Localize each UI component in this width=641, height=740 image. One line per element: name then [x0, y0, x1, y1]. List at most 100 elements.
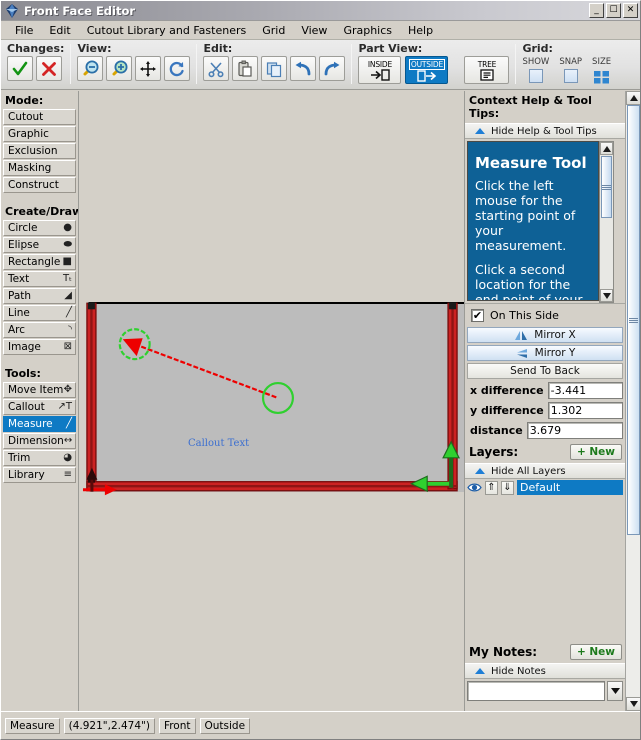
- tool-item-trim[interactable]: Trim ◕: [3, 450, 76, 466]
- tooltip-content: Measure Tool Click the left mouse for th…: [467, 141, 599, 301]
- chevron-up-icon: [602, 145, 611, 152]
- notes-dropdown-button[interactable]: [607, 681, 623, 701]
- mirror-y-button[interactable]: Mirror Y: [467, 345, 623, 361]
- menu-help[interactable]: Help: [400, 22, 441, 39]
- draw-item-label: Elipse: [8, 239, 40, 251]
- layer-move-up-button[interactable]: ⇑: [485, 480, 498, 495]
- menu-cutout-library-and-fasteners[interactable]: Cutout Library and Fasteners: [79, 22, 255, 39]
- cross-icon: [42, 61, 56, 76]
- maximize-button[interactable]: ☐: [606, 3, 621, 18]
- distance-input[interactable]: [526, 421, 623, 439]
- rectangle-icon: ■: [62, 256, 72, 267]
- help-scroll-up-button[interactable]: [600, 142, 613, 155]
- mode-item-masking[interactable]: Masking: [3, 160, 76, 176]
- mode-item-construct[interactable]: Construct: [3, 177, 76, 193]
- draw-item-arc[interactable]: Arc ◝: [3, 322, 76, 338]
- copy-button[interactable]: [261, 56, 288, 81]
- send-to-back-button[interactable]: Send To Back: [467, 363, 623, 379]
- hide-all-layers-toggle[interactable]: Hide All Layers: [465, 463, 625, 479]
- part-view-outside-button[interactable]: OUTSIDE: [405, 56, 449, 84]
- menu-file[interactable]: File: [7, 22, 41, 39]
- help-scrollbar[interactable]: [599, 141, 614, 303]
- layer-name[interactable]: Default: [517, 480, 623, 495]
- menu-grid[interactable]: Grid: [254, 22, 293, 39]
- layer-visibility-icon[interactable]: [467, 481, 482, 495]
- zoom-in-button[interactable]: [106, 56, 133, 81]
- menu-edit[interactable]: Edit: [41, 22, 78, 39]
- toolbar-group-part-view: Part View: INSIDE OUTSIDE TREE: [352, 40, 515, 89]
- menu-graphics[interactable]: Graphics: [335, 22, 400, 39]
- mode-item-exclusion[interactable]: Exclusion: [3, 143, 76, 159]
- grid-snap-checkbox[interactable]: [563, 69, 578, 83]
- eye-icon: [467, 483, 482, 492]
- on-this-side-row[interactable]: ✔ On This Side: [465, 303, 625, 326]
- mode-item-graphic[interactable]: Graphic: [3, 126, 76, 142]
- measure-icon: ╱: [65, 418, 72, 429]
- hide-help-toggle[interactable]: Hide Help & Tool Tips: [465, 123, 625, 139]
- grid-snap-control[interactable]: SNAP: [559, 57, 582, 85]
- tool-item-library[interactable]: Library ≡: [3, 467, 76, 483]
- panel-scroll-up-button[interactable]: [626, 91, 640, 105]
- toolbar-part-view-label: Part View:: [358, 42, 423, 55]
- draw-item-text[interactable]: Text Tₜ: [3, 271, 76, 287]
- drawing-canvas[interactable]: Callout Text: [79, 91, 464, 711]
- on-this-side-label: On This Side: [490, 309, 559, 322]
- notes-input[interactable]: [467, 681, 605, 701]
- mode-item-cutout[interactable]: Cutout: [3, 109, 76, 125]
- draw-item-path[interactable]: Path ◢: [3, 288, 76, 304]
- zoom-out-button[interactable]: [77, 56, 104, 81]
- mirror-x-button[interactable]: Mirror X: [467, 327, 623, 343]
- cut-button[interactable]: [203, 56, 230, 81]
- layer-row[interactable]: ⇑ ⇓ Default: [465, 479, 625, 496]
- undo-button[interactable]: [290, 56, 317, 81]
- grid-show-control[interactable]: SHOW: [522, 57, 549, 85]
- tools-section-title: Tools:: [5, 367, 41, 380]
- tool-item-measure[interactable]: Measure ╱: [3, 416, 76, 432]
- status-bar: Measure (4.921",2.474") Front Outside: [1, 711, 640, 739]
- layer-move-down-button[interactable]: ⇓: [501, 480, 514, 495]
- draw-item-label: Text: [8, 273, 30, 285]
- canvas-surface[interactable]: Callout Text: [79, 91, 464, 711]
- close-button[interactable]: ✕: [623, 3, 638, 18]
- tree-view-button[interactable]: TREE: [464, 56, 510, 84]
- hide-notes-toggle[interactable]: Hide Notes: [465, 663, 625, 679]
- draw-item-label: Path: [8, 290, 32, 302]
- pan-button[interactable]: [135, 56, 162, 81]
- new-note-button[interactable]: + New: [569, 644, 622, 660]
- zoom-in-icon: [112, 60, 128, 75]
- panel-scroll-thumb[interactable]: [627, 105, 640, 535]
- draw-item-line[interactable]: Line ╱: [3, 305, 76, 321]
- new-layer-button[interactable]: + New: [569, 444, 622, 460]
- paste-button[interactable]: [232, 56, 259, 81]
- help-scroll-thumb[interactable]: [601, 156, 612, 218]
- y-difference-input[interactable]: [547, 401, 623, 419]
- draw-item-image[interactable]: Image ⊠: [3, 339, 76, 355]
- mirror-x-icon: [515, 330, 528, 340]
- draw-item-label: Arc: [8, 324, 26, 336]
- draw-item-label: Image: [8, 341, 41, 353]
- on-this-side-checkbox[interactable]: ✔: [471, 309, 484, 322]
- grid-show-checkbox[interactable]: [528, 69, 543, 83]
- mode-item-label: Exclusion: [8, 145, 58, 157]
- properties-panel: Context Help & Tool Tips: Hide Help & To…: [464, 91, 640, 711]
- draw-item-elipse[interactable]: Elipse ⬬: [3, 237, 76, 253]
- part-view-inside-button[interactable]: INSIDE: [358, 56, 402, 84]
- panel-scrollbar[interactable]: [625, 91, 640, 711]
- refresh-button[interactable]: [164, 56, 191, 81]
- tool-item-callout[interactable]: Callout ↗T: [3, 399, 76, 415]
- notes-title: My Notes:: [469, 645, 538, 659]
- reject-changes-button[interactable]: [36, 56, 62, 81]
- panel-scroll-down-button[interactable]: [626, 697, 640, 711]
- accept-changes-button[interactable]: [7, 56, 33, 81]
- grid-size-control[interactable]: SIZE: [592, 57, 611, 85]
- help-scroll-down-button[interactable]: [600, 289, 613, 302]
- draw-item-circle[interactable]: Circle ●: [3, 220, 76, 236]
- status-filler: [254, 717, 636, 735]
- menu-view[interactable]: View: [293, 22, 335, 39]
- tool-item-dimension[interactable]: Dimension ↔: [3, 433, 76, 449]
- minimize-button[interactable]: _: [589, 3, 604, 18]
- tool-item-move-item[interactable]: Move Item ✥: [3, 382, 76, 398]
- x-difference-input[interactable]: [547, 381, 623, 399]
- redo-button[interactable]: [319, 56, 346, 81]
- draw-item-rectangle[interactable]: Rectangle ■: [3, 254, 76, 270]
